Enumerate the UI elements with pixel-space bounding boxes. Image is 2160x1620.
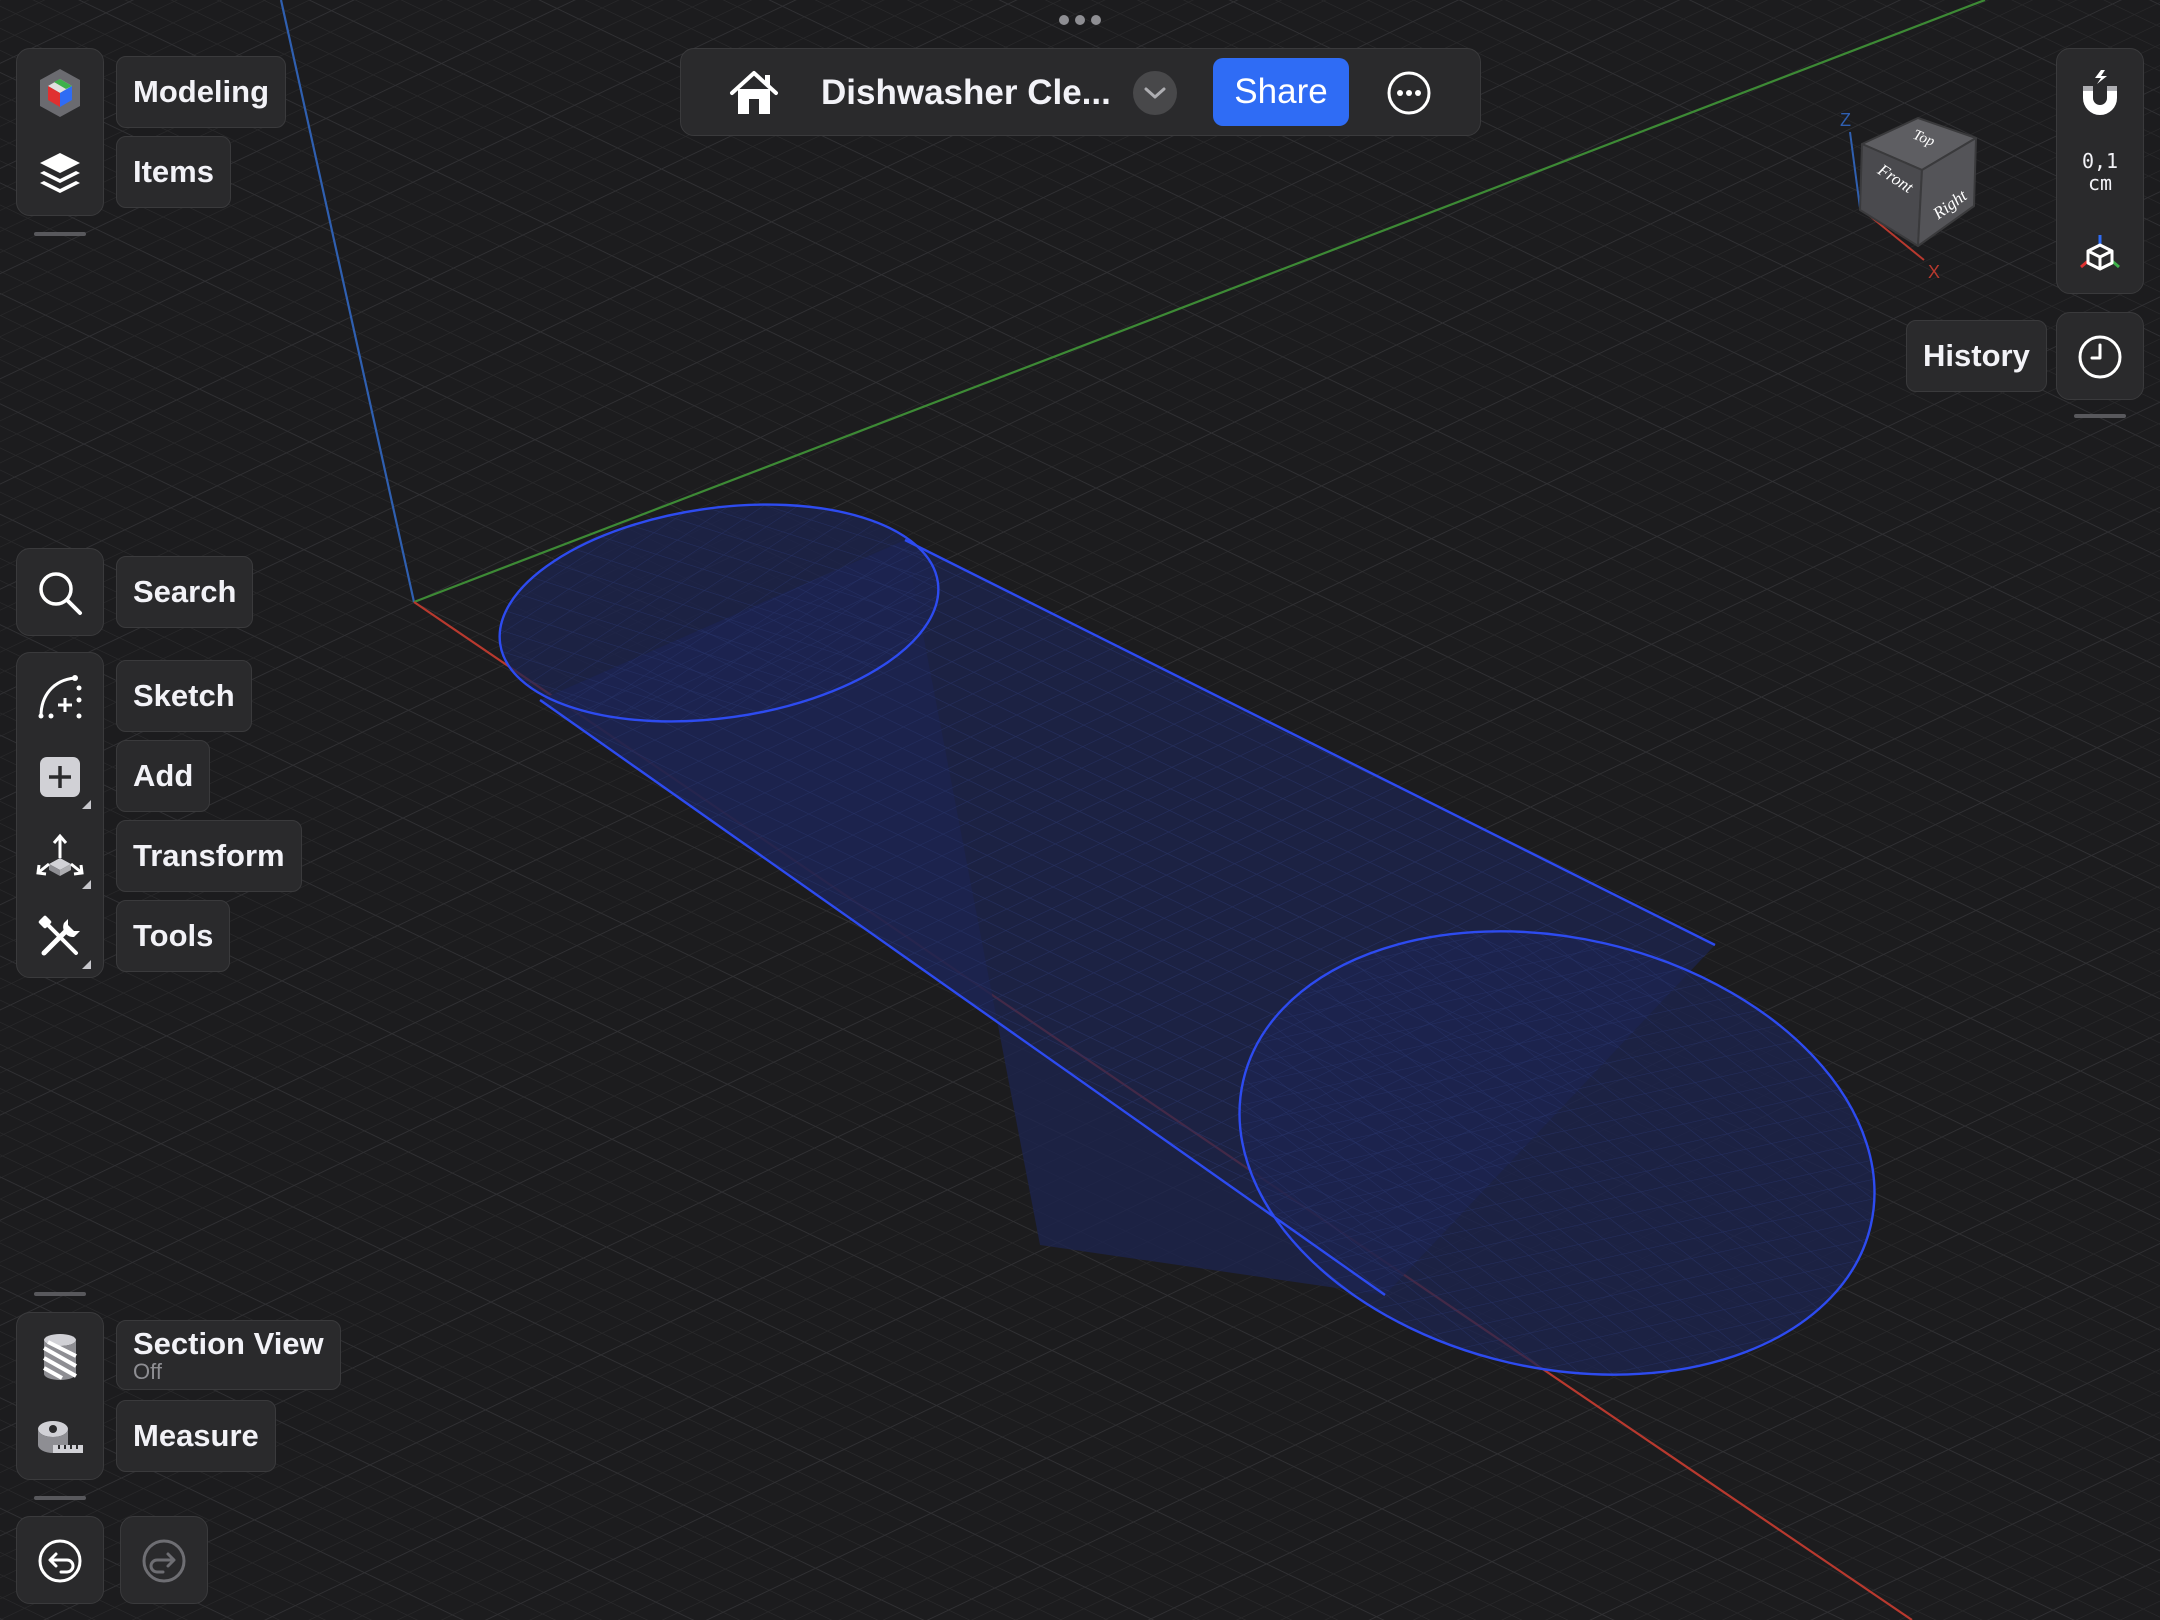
modeling-button[interactable]: [17, 53, 103, 133]
tools-label[interactable]: Tools: [116, 900, 231, 972]
magnet-icon: [2083, 70, 2117, 115]
workspace-panel: [16, 48, 104, 216]
section-view-button[interactable]: [17, 1317, 103, 1397]
section-view-icon: [43, 1334, 77, 1380]
home-icon: [730, 71, 778, 114]
submenu-indicator: [82, 880, 91, 889]
more-icon: [1387, 71, 1431, 115]
transform-icon: [36, 833, 84, 876]
transform-button[interactable]: [17, 817, 103, 897]
view-cube[interactable]: Z X Top Front Right: [1830, 100, 1990, 290]
more-options-button[interactable]: [1366, 53, 1452, 133]
snap-value: 0,1: [2081, 149, 2119, 173]
redo-button[interactable]: [121, 1521, 207, 1601]
home-button[interactable]: [711, 53, 797, 133]
panel-separator: [2074, 414, 2126, 418]
document-toolbar: Dishwasher Cle... Share: [680, 48, 1481, 136]
section-view-label[interactable]: Section View Off: [116, 1320, 341, 1390]
layers-icon: [40, 153, 80, 193]
inspect-panel: [16, 1312, 104, 1480]
sketch-button[interactable]: [17, 657, 103, 737]
search-icon: [39, 572, 82, 615]
panel-separator: [34, 232, 86, 236]
section-view-title: Section View: [133, 1326, 324, 1361]
chevron-down-icon: [1144, 87, 1166, 99]
add-icon: [40, 757, 80, 797]
undo-panel: [16, 1516, 104, 1604]
measure-button[interactable]: [17, 1397, 103, 1477]
history-icon: [2078, 335, 2122, 379]
history-panel: [2056, 312, 2144, 400]
cube-app-icon: [40, 69, 80, 117]
view-mode-button[interactable]: [2057, 213, 2143, 293]
view-mode-icon: [2080, 235, 2120, 271]
share-button[interactable]: Share: [1213, 58, 1349, 126]
snap-increment[interactable]: 0,1 cm: [2056, 150, 2144, 194]
add-button[interactable]: [17, 737, 103, 817]
search-button[interactable]: [17, 553, 103, 633]
measure-icon: [38, 1421, 83, 1453]
axis-z-label: Z: [1840, 110, 1851, 130]
items-label[interactable]: Items: [116, 136, 231, 208]
sketch-label[interactable]: Sketch: [116, 660, 252, 732]
undo-icon: [38, 1539, 82, 1583]
modeling-label[interactable]: Modeling: [116, 56, 287, 128]
history-button[interactable]: [2057, 317, 2143, 397]
transform-label[interactable]: Transform: [116, 820, 302, 892]
add-label[interactable]: Add: [116, 740, 211, 812]
tools-button[interactable]: [17, 897, 103, 977]
document-title[interactable]: Dishwasher Cle...: [821, 49, 1111, 137]
window-drag-handle[interactable]: [1058, 14, 1102, 26]
snap-toggle-button[interactable]: [2057, 53, 2143, 133]
panel-separator: [34, 1496, 86, 1500]
redo-icon: [142, 1539, 186, 1583]
items-button[interactable]: [17, 133, 103, 213]
document-menu-button[interactable]: [1133, 71, 1177, 115]
redo-panel: [120, 1516, 208, 1604]
panel-separator: [34, 1292, 86, 1296]
tools-icon: [38, 915, 80, 956]
undo-button[interactable]: [17, 1521, 103, 1601]
section-view-state: Off: [133, 1359, 162, 1384]
submenu-indicator: [82, 960, 91, 969]
tools-panel: [16, 652, 104, 978]
sketch-icon: [38, 675, 82, 719]
axis-x-label: X: [1928, 262, 1940, 282]
measure-label[interactable]: Measure: [116, 1400, 276, 1472]
search-label[interactable]: Search: [116, 556, 254, 628]
history-label[interactable]: History: [1906, 320, 2047, 392]
snap-unit: cm: [2087, 171, 2113, 195]
search-panel: [16, 548, 104, 636]
submenu-indicator: [82, 800, 91, 809]
